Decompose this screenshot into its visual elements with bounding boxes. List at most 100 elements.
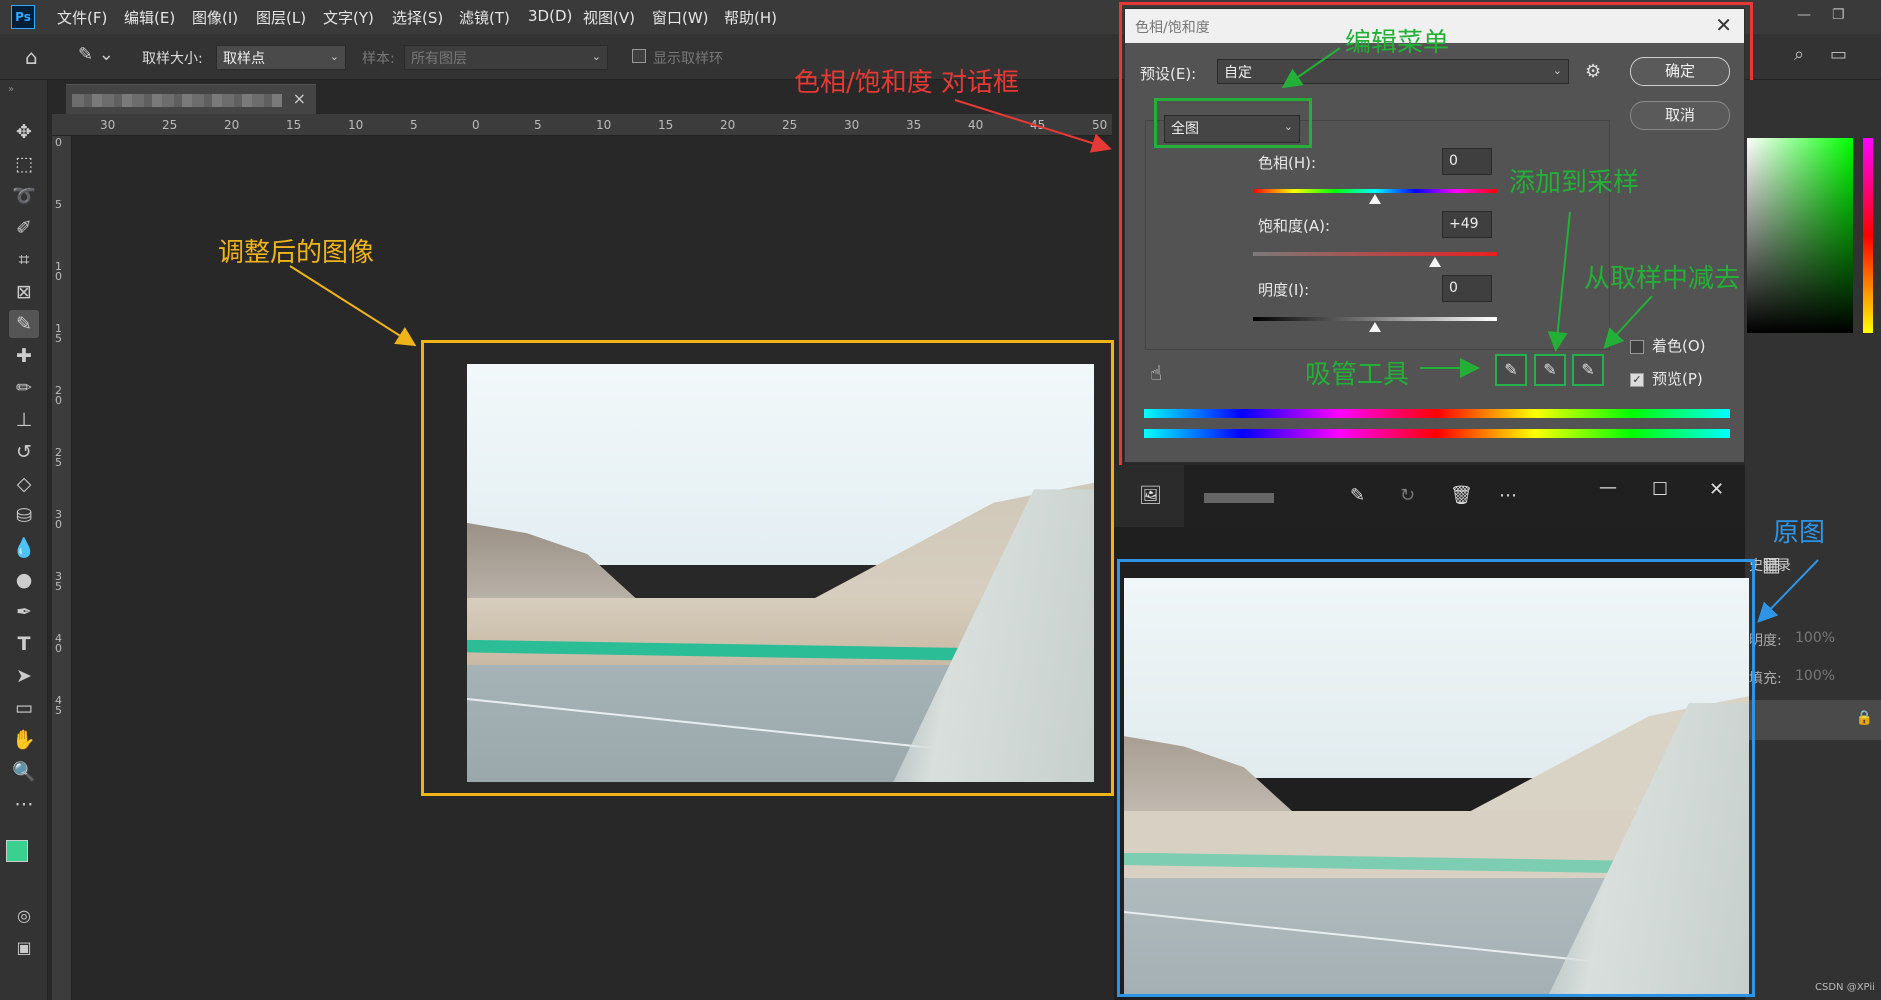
annotation-original: 原图 [1773, 518, 1826, 548]
path-select-tool-icon[interactable]: ➤ [9, 662, 39, 690]
annotation-adjusted: 调整后的图像 [218, 238, 375, 268]
stamp-tool-icon[interactable]: ⊥ [9, 406, 39, 434]
move-tool-icon[interactable]: ✥ [9, 118, 39, 146]
menu-3d[interactable]: 3D(D) [528, 7, 572, 25]
eyedropper-preset-icon[interactable]: ✎ ⌄ [78, 44, 114, 65]
ruler-tick-label: 20 [720, 118, 736, 132]
history-brush-tool-icon[interactable]: ↺ [9, 438, 39, 466]
maximize-icon[interactable]: ☐ [1652, 479, 1668, 500]
annotation-eyedropper: 吸管工具 [1305, 360, 1410, 390]
original-photo [1124, 578, 1749, 994]
ruler-tick-label: 0 [55, 136, 62, 149]
menu-file[interactable]: 文件(F) [57, 7, 107, 28]
ruler-horizontal: 30 25 20 15 10 5 0 5 10 15 20 25 30 35 40 45 50 [52, 114, 1112, 136]
ruler-tick-label: 10 [596, 118, 612, 132]
ruler-tick-label: 10 [348, 118, 364, 132]
blurred-filename [72, 94, 282, 107]
watermark: CSDN @XPii [1815, 982, 1875, 993]
ruler-tick-label: 5 [55, 198, 62, 211]
lasso-tool-icon[interactable]: ➰ [9, 182, 39, 210]
photoshop-logo-icon: Ps [11, 5, 35, 29]
sample-select[interactable]: 所有图层 ⌄ [404, 45, 608, 70]
annotation-add-sample: 添加到采样 [1509, 168, 1640, 198]
bucket-tool-icon[interactable]: ⛁ [9, 502, 39, 530]
menu-image[interactable]: 图像(I) [192, 7, 238, 28]
type-tool-icon[interactable]: T [9, 630, 39, 658]
marquee-tool-icon[interactable]: ⬚ [9, 150, 39, 178]
minimize-icon[interactable]: — [1599, 477, 1617, 498]
ruler-tick-label: 40 [968, 118, 984, 132]
annotation-subtract-sample: 从取样中减去 [1584, 264, 1741, 294]
fill-value[interactable]: 100% [1795, 668, 1835, 684]
restore-icon[interactable]: ❐ [1832, 7, 1845, 23]
menu-window[interactable]: 窗口(W) [652, 7, 709, 28]
minimize-icon[interactable]: — [1797, 7, 1811, 23]
show-ring-checkbox[interactable] [632, 49, 646, 63]
quick-mask-icon[interactable]: ◎ [9, 902, 39, 930]
rotate-icon[interactable]: ↻ [1400, 485, 1415, 506]
crop-tool-icon[interactable]: ⌗ [9, 246, 39, 274]
ruler-tick-label: 4 0 [55, 632, 62, 655]
ruler-tick-label: 35 [906, 118, 922, 132]
adjusted-photo [467, 364, 1094, 782]
brush-tool-icon[interactable]: ✏ [9, 374, 39, 402]
more-icon[interactable]: ⋯ [1499, 485, 1517, 506]
home-icon[interactable]: ⌂ [25, 45, 38, 69]
blur-tool-icon[interactable]: 💧 [9, 534, 39, 562]
chevron-down-icon: ⌄ [329, 50, 339, 63]
collapse-icon[interactable]: » [8, 84, 14, 95]
menu-select[interactable]: 选择(S) [392, 7, 443, 28]
quick-select-tool-icon[interactable]: ✐ [9, 214, 39, 242]
sample-size-select[interactable]: 取样点 ⌄ [216, 45, 346, 70]
more-tools-icon[interactable]: ⋯ [9, 790, 39, 818]
photos-app-icon: 🖼 [1139, 485, 1162, 506]
eraser-tool-icon[interactable]: ◇ [9, 470, 39, 498]
ruler-tick-label: 5 [534, 118, 542, 132]
foreground-color-swatch[interactable] [6, 840, 28, 862]
ruler-tick-label: 5 [410, 118, 418, 132]
menu-layer[interactable]: 图层(L) [256, 7, 306, 28]
close-icon[interactable]: ✕ [1709, 479, 1724, 500]
layer-row[interactable]: 🔒 [1745, 700, 1881, 740]
ruler-tick-label: 4 5 [55, 694, 62, 717]
show-ring-label: 显示取样环 [653, 51, 723, 67]
ruler-tick-label: 1 5 [55, 322, 62, 345]
history-tab[interactable]: 史记录 [1749, 555, 1791, 575]
menu-edit[interactable]: 编辑(E) [124, 7, 175, 28]
document-tab[interactable]: × [66, 84, 316, 114]
chevron-down-icon: ⌄ [591, 50, 601, 63]
opacity-value[interactable]: 100% [1795, 630, 1835, 646]
dodge-tool-icon[interactable]: ● [9, 566, 39, 594]
menu-filter[interactable]: 滤镜(T) [459, 7, 510, 28]
color-picker-field[interactable] [1747, 138, 1853, 333]
healing-tool-icon[interactable]: ✚ [9, 342, 39, 370]
pen-tool-icon[interactable]: ✒ [9, 598, 39, 626]
delete-icon[interactable]: 🗑 [1450, 485, 1473, 506]
ruler-tick-label: 50 [1092, 118, 1108, 132]
ruler-tick-label: 1 0 [55, 260, 62, 283]
lock-icon: 🔒 [1855, 710, 1873, 726]
menu-help[interactable]: 帮助(H) [724, 7, 777, 28]
ruler-tick-label: 45 [1030, 118, 1046, 132]
sample-label: 样本: [362, 51, 395, 67]
workspace-icon[interactable]: ▭ [1830, 44, 1847, 65]
menu-view[interactable]: 视图(V) [583, 7, 635, 28]
hand-tool-icon[interactable]: ✋ [9, 726, 39, 754]
sample-value: 所有图层 [411, 51, 467, 67]
menu-type[interactable]: 文字(Y) [323, 7, 374, 28]
screen-mode-icon[interactable]: ▣ [9, 934, 39, 962]
annotation-edit-menu: 编辑菜单 [1345, 28, 1450, 58]
zoom-tool-icon[interactable]: 🔍 [9, 758, 39, 786]
sample-size-value: 取样点 [223, 51, 265, 67]
edit-image-icon[interactable]: ✎ [1350, 485, 1365, 506]
ruler-tick-label: 20 [224, 118, 240, 132]
sample-size-label: 取样大小: [142, 51, 203, 67]
search-icon[interactable]: ⌕ [1794, 44, 1804, 65]
ruler-tick-label: 2 0 [55, 384, 62, 407]
rectangle-tool-icon[interactable]: ▭ [9, 694, 39, 722]
frame-tool-icon[interactable]: ⊠ [9, 278, 39, 306]
close-tab-icon[interactable]: × [293, 89, 306, 108]
eyedropper-tool-icon[interactable]: ✎ [9, 310, 39, 338]
hue-strip[interactable] [1863, 138, 1873, 333]
ruler-tick-label: 3 0 [55, 508, 62, 531]
